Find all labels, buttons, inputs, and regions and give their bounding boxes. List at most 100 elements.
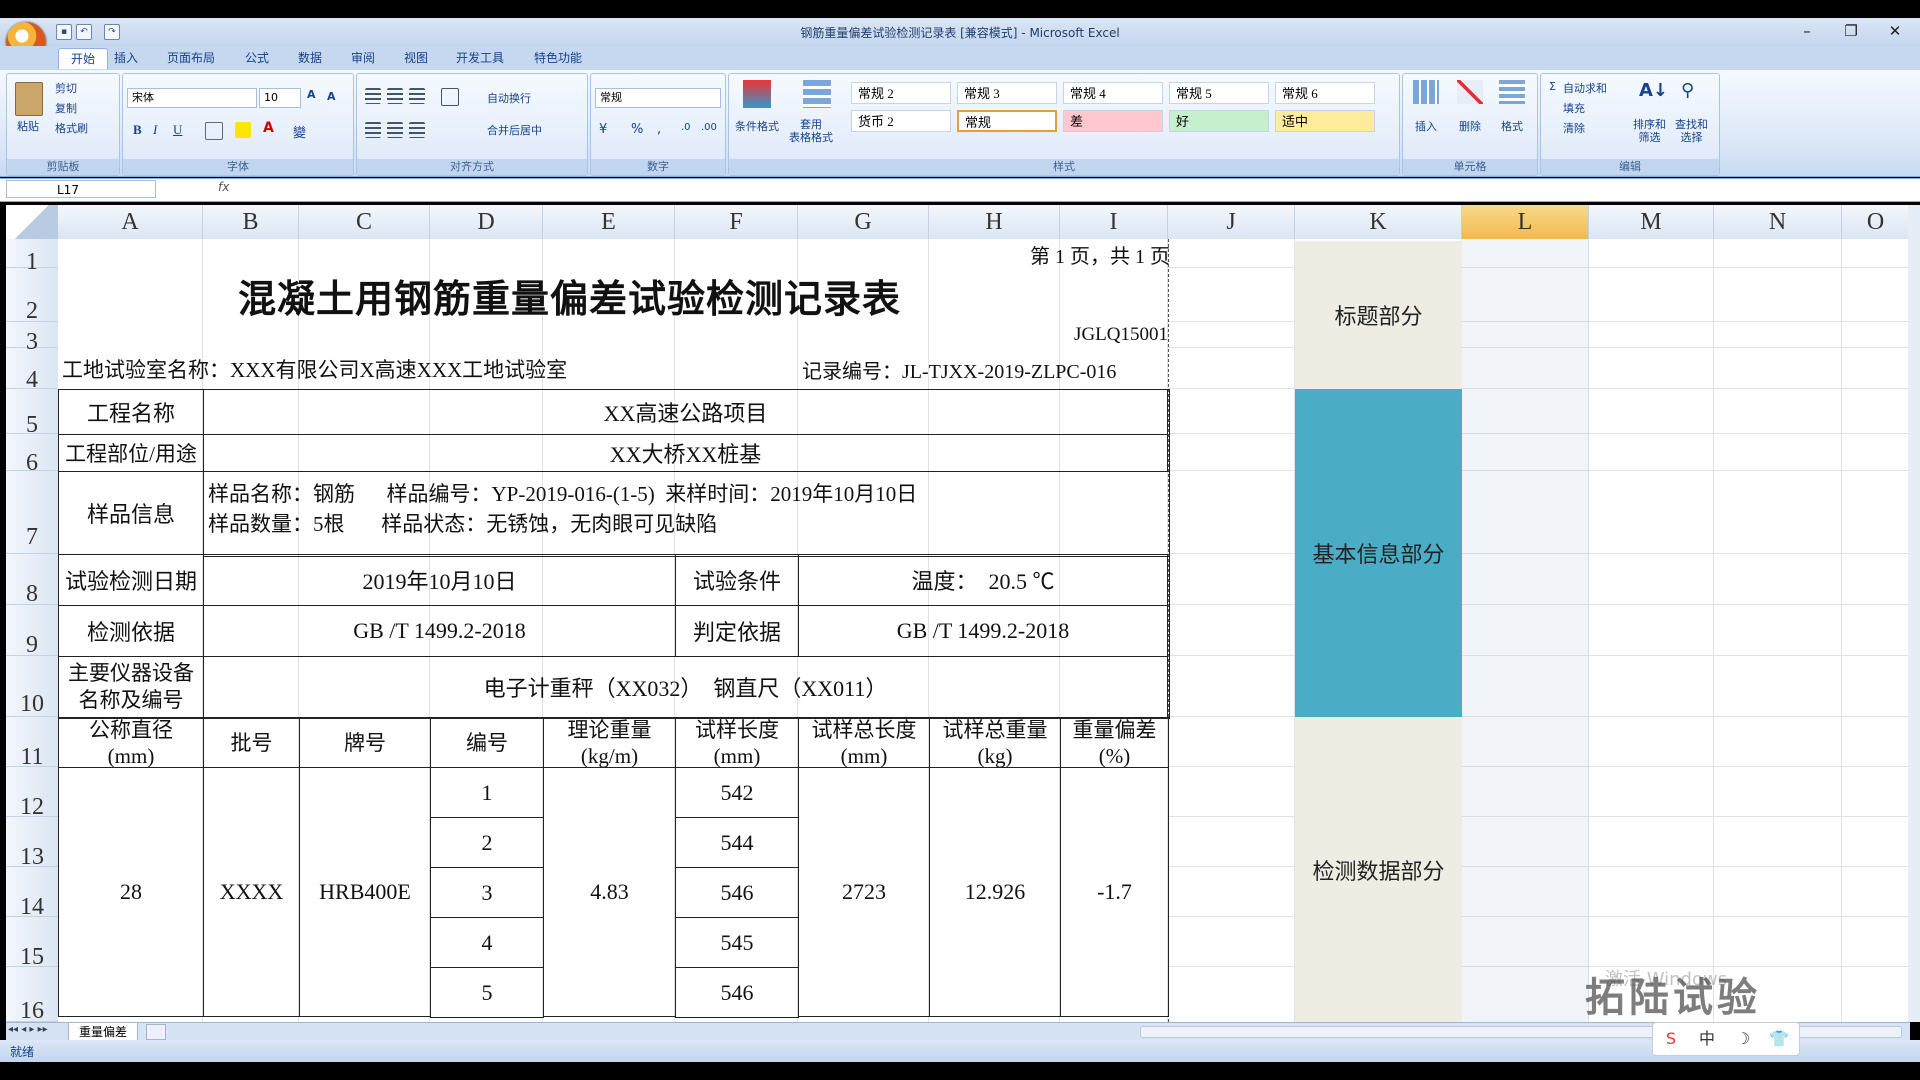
table-format-icon[interactable] — [803, 80, 831, 108]
row-header-2[interactable]: 2 — [6, 268, 58, 324]
fill-button[interactable]: 填充 — [1563, 100, 1585, 116]
format-cells-button[interactable]: 格式 — [1501, 118, 1523, 134]
column-header-B[interactable]: B — [203, 205, 299, 239]
bold-icon[interactable]: B — [133, 122, 142, 138]
tab-home[interactable]: 开始 — [58, 48, 109, 69]
style-cell-1[interactable]: 常规 3 — [957, 82, 1057, 104]
row-header-13[interactable]: 13 — [6, 817, 58, 870]
formula-bar[interactable] — [0, 178, 1920, 202]
column-header-N[interactable]: N — [1714, 205, 1842, 239]
phonetic-icon[interactable]: 變 — [293, 122, 306, 141]
style-cell-6[interactable]: 常规 — [957, 110, 1057, 132]
row-header-14[interactable]: 14 — [6, 867, 58, 920]
tab-insert[interactable]: 插入 — [114, 48, 138, 68]
style-cell-4[interactable]: 常规 6 — [1275, 82, 1375, 104]
autosum-icon[interactable]: Σ — [1549, 80, 1556, 93]
row-header-3[interactable]: 3 — [6, 322, 58, 355]
column-header-G[interactable]: G — [798, 205, 929, 239]
align-middle-icon[interactable] — [387, 88, 403, 104]
column-header-F[interactable]: F — [675, 205, 798, 239]
tab-formulas[interactable]: 公式 — [245, 48, 269, 68]
fill-color-icon[interactable] — [235, 122, 251, 138]
style-cell-9[interactable]: 适中 — [1275, 110, 1375, 132]
style-cell-2[interactable]: 常规 4 — [1063, 82, 1163, 104]
row-header-4[interactable]: 4 — [6, 348, 58, 393]
table-format-button[interactable]: 套用 表格格式 — [789, 118, 833, 144]
column-header-O[interactable]: O — [1842, 205, 1910, 239]
align-left-icon[interactable] — [365, 122, 381, 138]
percent-icon[interactable]: % — [631, 122, 643, 137]
merge-center-button[interactable]: 合并后居中 — [487, 122, 542, 138]
row-header-7[interactable]: 7 — [6, 471, 58, 554]
insert-sheet-icon[interactable] — [146, 1024, 166, 1040]
vertical-scrollbar[interactable] — [1908, 205, 1920, 1022]
row-header-10[interactable]: 10 — [6, 656, 58, 717]
style-cell-0[interactable]: 常规 2 — [851, 82, 951, 104]
comma-icon[interactable]: , — [657, 122, 661, 137]
tab-view[interactable]: 视图 — [404, 48, 428, 68]
sheet-tab-active[interactable]: 重量偏差 — [68, 1022, 139, 1042]
row-header-16[interactable]: 16 — [6, 967, 58, 1024]
border-icon[interactable] — [205, 122, 223, 140]
underline-icon[interactable]: U — [173, 122, 182, 138]
conditional-format-button[interactable]: 条件格式 — [735, 118, 779, 134]
column-header-I[interactable]: I — [1060, 205, 1168, 239]
cut-button[interactable]: 剪切 — [55, 80, 77, 96]
align-center-icon[interactable] — [387, 122, 403, 138]
delete-cells-icon[interactable] — [1457, 80, 1483, 104]
format-cells-icon[interactable] — [1499, 80, 1525, 104]
row-header-5[interactable]: 5 — [6, 389, 58, 438]
shrink-font-icon[interactable]: A — [327, 90, 336, 103]
grow-font-icon[interactable]: A — [307, 88, 316, 101]
shirt-icon[interactable]: 👕 — [1761, 1023, 1797, 1055]
row-header-15[interactable]: 15 — [6, 917, 58, 970]
align-right-icon[interactable] — [409, 122, 425, 138]
align-top-icon[interactable] — [365, 88, 381, 104]
style-cell-3[interactable]: 常规 5 — [1169, 82, 1269, 104]
row-header-1[interactable]: 1 — [6, 239, 58, 275]
increase-decimal-icon[interactable]: .0 — [681, 122, 691, 133]
tab-page-layout[interactable]: 页面布局 — [167, 48, 215, 68]
font-size-select[interactable]: 10 — [259, 88, 301, 108]
format-painter-button[interactable]: 格式刷 — [55, 120, 88, 136]
style-cell-7[interactable]: 差 — [1063, 110, 1163, 132]
find-select-icon[interactable]: ⚲ — [1681, 80, 1694, 101]
row-header-8[interactable]: 8 — [6, 554, 58, 607]
style-cell-8[interactable]: 好 — [1169, 110, 1269, 132]
font-name-select[interactable]: 宋体 — [127, 88, 257, 108]
column-header-C[interactable]: C — [299, 205, 430, 239]
moon-icon[interactable]: ☽ — [1725, 1023, 1761, 1055]
align-bottom-icon[interactable] — [409, 88, 425, 104]
wrap-text-button[interactable]: 自动换行 — [487, 90, 531, 106]
column-header-E[interactable]: E — [543, 205, 675, 239]
conditional-format-icon[interactable] — [743, 80, 771, 108]
minimize-button[interactable]: – — [1792, 20, 1822, 42]
style-cell-5[interactable]: 货币 2 — [851, 110, 951, 132]
clear-button[interactable]: 清除 — [1563, 120, 1585, 136]
sogou-icon[interactable]: S — [1653, 1023, 1689, 1055]
column-header-A[interactable]: A — [58, 205, 203, 239]
name-box[interactable]: L17 — [6, 180, 156, 198]
number-format-select[interactable]: 常规 — [595, 88, 721, 108]
copy-button[interactable]: 复制 — [55, 100, 77, 116]
italic-icon[interactable]: I — [153, 122, 157, 138]
orientation-icon[interactable] — [441, 88, 459, 106]
paste-icon[interactable] — [15, 82, 43, 116]
column-header-H[interactable]: H — [929, 205, 1060, 239]
select-all-corner[interactable] — [6, 205, 58, 239]
close-button[interactable]: ✕ — [1880, 20, 1910, 42]
column-header-D[interactable]: D — [430, 205, 543, 239]
tab-developer[interactable]: 开发工具 — [456, 48, 504, 68]
find-select-button[interactable]: 查找和 选择 — [1675, 118, 1708, 144]
currency-icon[interactable]: ¥ — [599, 122, 607, 137]
row-header-12[interactable]: 12 — [6, 767, 58, 820]
column-header-M[interactable]: M — [1589, 205, 1714, 239]
fx-icon[interactable]: fx — [218, 180, 229, 194]
row-header-11[interactable]: 11 — [6, 717, 58, 770]
sort-filter-icon[interactable]: A↓ — [1639, 80, 1668, 101]
sheet-nav-arrows[interactable]: ◂◂ ◂ ▸ ▸▸ — [8, 1024, 48, 1035]
delete-cells-button[interactable]: 删除 — [1459, 118, 1481, 134]
column-header-L[interactable]: L — [1462, 205, 1589, 239]
paste-button[interactable]: 粘贴 — [17, 118, 39, 134]
insert-cells-icon[interactable] — [1413, 80, 1439, 104]
